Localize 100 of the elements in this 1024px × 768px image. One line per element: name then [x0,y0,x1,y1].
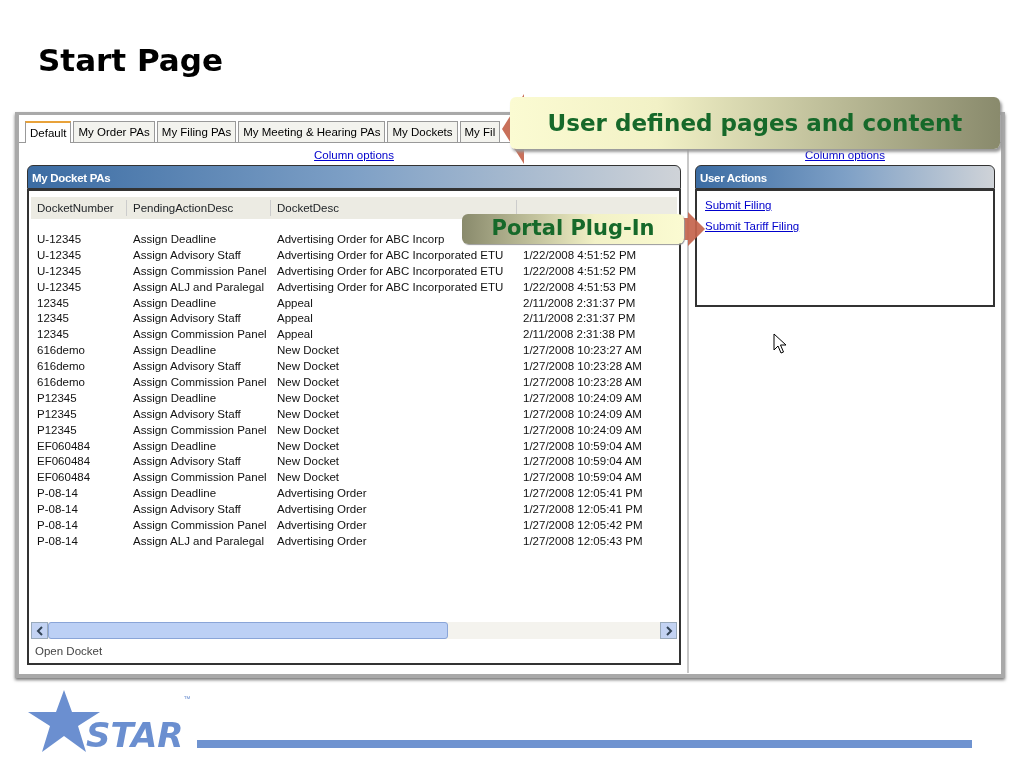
table-cell-text: Assign ALJ and Paralegal [132,279,266,295]
table-cell-text: 1/27/2008 10:23:27 AM [522,343,642,359]
action-link[interactable]: Submit Tariff Filing [705,216,800,237]
table-cell-text: Assign Commission Panel [132,518,268,534]
scroll-left-icon[interactable] [35,625,44,636]
table-cell-text: New Docket [276,438,340,454]
table-cell-text: 1/27/2008 10:24:09 AM [522,390,642,406]
horizontal-scrollbar[interactable] [31,622,677,639]
table-cell-text: 1/27/2008 10:59:04 AM [522,454,642,470]
table-cell-text: Assign Commission Panel [132,470,268,486]
table-cell-text: 1/27/2008 10:59:04 AM [522,438,642,454]
table-cell-text: 12345 [36,327,70,343]
table-cell-text: 2/11/2008 2:31:38 PM [522,327,636,343]
table-cell-text: EF060484 [36,454,92,470]
table-cell-text: New Docket [276,454,340,470]
table-cell-text: Advertising Order for ABC Incorporated ETU [276,247,505,263]
scroll-right-icon[interactable] [664,625,673,636]
table-cell-text: Assign Deadline [132,390,218,406]
table-cell-text: New Docket [276,390,340,406]
table-cell-text: Appeal [276,327,314,343]
table-cell-text: U-12345 [36,279,83,295]
table-cell-text: 12345 [36,311,70,327]
panel-title: User Actions [700,171,767,186]
table-cell-text: P-08-14 [36,502,79,518]
table-cell-text: Appeal [276,295,314,311]
table-cell-text: 616demo [36,343,86,359]
table-cell-text: U-12345 [36,263,83,279]
table-cell-text: Assign Deadline [132,486,218,502]
tab[interactable]: My Dockets [387,121,458,142]
table-cell-text: 1/27/2008 10:24:09 AM [522,406,642,422]
table-cell-text: Assign Deadline [132,343,218,359]
table-cell-text: Assign ALJ and Paralegal [132,533,266,549]
table-cell-text: 616demo [36,375,86,390]
table-cell-text: Assign Advisory Staff [132,454,242,470]
table-cell-text: 1/27/2008 12:05:43 PM [522,533,643,549]
table-cell-text: 1/22/2008 4:51:52 PM [522,247,637,263]
table-cell-text: Assign Deadline [132,438,218,454]
tab[interactable]: My Fil [459,121,501,142]
table-cell-text: P12345 [36,406,78,422]
table-cell-text: New Docket [276,359,340,375]
table-cell-text: P-08-14 [36,518,79,534]
table-cell-text: P-08-14 [36,533,79,549]
table-cell-text: Advertising Order for ABC Incorporated ETU [276,279,505,295]
table-cell-text: Assign Advisory Staff [132,311,242,327]
table-cell-text: Advertising Order [276,533,368,549]
table-cell-text: 616demo [36,359,86,375]
table-cell-text: Assign Advisory Staff [132,359,242,375]
table-cell-text: Appeal [276,311,314,327]
table-cell-text: Assign Advisory Staff [132,502,242,518]
table-cell-text: Assign Advisory Staff [132,247,242,263]
action-link[interactable]: Submit Filing [705,195,772,216]
mouse-pointer-icon [773,332,787,355]
table-cell-text: Advertising Order [276,486,368,502]
table-cell-text: 1/22/2008 4:51:53 PM [522,279,637,295]
table-cell-text: P-08-14 [36,486,79,502]
column-header[interactable]: PendingActionDesc [127,200,271,216]
logo-text: STAR [86,718,184,752]
table-cell-text: 2/11/2008 2:31:37 PM [522,311,636,327]
table-cell-text: New Docket [276,343,340,359]
table-cell-text: Assign Commission Panel [132,375,268,390]
callout-label: Portal Plug-In [462,214,684,244]
table-cell-text: Advertising Order [276,502,368,518]
tab[interactable]: My Filing PAs [156,121,237,142]
table-cell-text: Advertising Order for ABC Incorporated ETU [276,263,505,279]
column-options-link[interactable]: Column options [805,149,885,161]
table-cell-text: 1/27/2008 10:23:28 AM [522,359,642,375]
table-cell-text: Assign Commission Panel [132,263,268,279]
status-text: Open Docket [35,645,103,657]
table-cell-text: P12345 [36,390,78,406]
table-cell-text: New Docket [276,375,340,390]
table-cell-text: Assign Commission Panel [132,422,268,438]
table-cell-text: P12345 [36,422,78,438]
table-cell-text: New Docket [276,422,340,438]
table-cell-text: 12345 [36,295,70,311]
table-cell-text: 1/27/2008 10:24:09 AM [522,422,642,438]
table-cell-text: Advertising Order for ABC Incorp [276,232,446,247]
panel-title: My Docket PAs [32,171,111,186]
table-cell-text: 1/22/2008 4:51:52 PM [522,263,637,279]
callout-label: User defined pages and content [510,97,1000,149]
table-cell-text: 1/27/2008 12:05:41 PM [522,486,643,502]
table-cell-text: EF060484 [36,438,92,454]
table-cell-text: 2/11/2008 2:31:37 PM [522,295,636,311]
table-cell-text: EF060484 [36,470,92,486]
table-cell-text: New Docket [276,406,340,422]
table-cell-text: Assign Advisory Staff [132,406,242,422]
table-cell-text: 1/27/2008 12:05:42 PM [522,518,643,534]
table-cell-text: Assign Deadline [132,295,218,311]
table-cell-text: New Docket [276,470,340,486]
table-cell-text: U-12345 [36,247,83,263]
table-cell-text: Assign Commission Panel [132,327,268,343]
column-options-link[interactable]: Column options [314,149,394,161]
table-cell-text: 1/27/2008 10:59:04 AM [522,470,642,486]
column-header[interactable]: DocketNumber [31,200,127,216]
tab[interactable]: My Order PAs [73,121,155,142]
table-cell-text: Advertising Order [276,518,368,534]
table-cell-text: Assign Deadline [132,232,218,247]
table-cell-text: 1/27/2008 10:23:28 AM [522,375,642,390]
tab[interactable]: My Meeting & Hearing PAs [238,121,386,142]
slide-title: Start Page [38,41,223,80]
tab[interactable]: Default [25,121,72,143]
